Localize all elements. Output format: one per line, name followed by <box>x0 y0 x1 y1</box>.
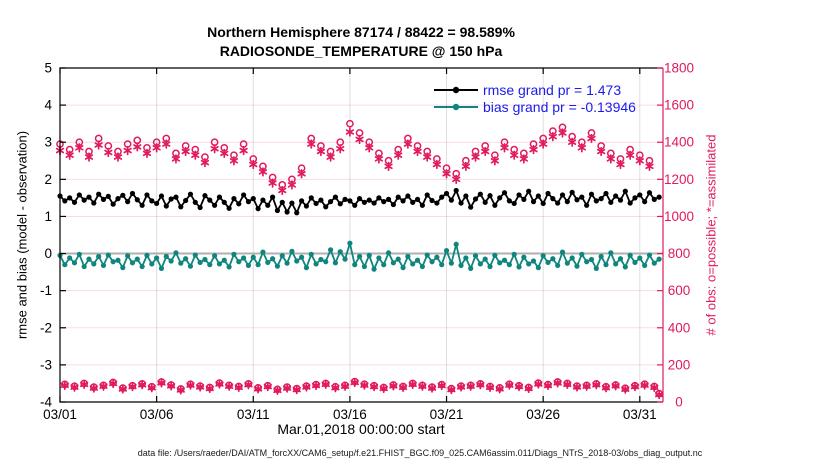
left-tick-label: -4 <box>40 395 52 410</box>
left-y-axis-label: rmse and bias (model - observation) <box>14 130 30 340</box>
left-tick-label: 2 <box>44 172 52 187</box>
left-tick-label: 1 <box>44 209 52 224</box>
x-tick-labels: 03/01 03/06 03/11 03/16 03/21 03/26 03/31 <box>43 407 657 422</box>
legend-row-rmse: rmse grand pr = 1.473 <box>433 82 636 98</box>
left-tick-label: 3 <box>44 135 52 150</box>
left-tick-label: 4 <box>44 98 52 113</box>
left-tick-labels: -4 -3 -2 -1 0 1 2 3 4 5 <box>40 61 53 410</box>
right-y-axis-label: # of obs: o=possible; *=assimilated <box>703 134 719 336</box>
x-tick-label: 03/11 <box>237 407 270 422</box>
axes-frame <box>59 67 664 403</box>
rmse-line-sample-icon <box>434 86 478 94</box>
legend: rmse grand pr = 1.473 bias grand pr = -0… <box>433 82 636 115</box>
left-tick-label: 5 <box>44 61 52 76</box>
axis-ticks <box>59 67 663 403</box>
data-file-path: data file: /Users/raeder/DAI/ATM_forcXX/… <box>137 448 703 458</box>
right-tick-label: 200 <box>668 357 691 372</box>
x-axis-label: Mar.01,2018 00:00:00 start <box>277 421 445 437</box>
right-tick-label: 600 <box>668 283 691 298</box>
legend-label-bias: bias grand pr = -0.13946 <box>483 99 636 115</box>
right-tick-label: 1600 <box>664 98 694 113</box>
right-tick-label: 1000 <box>664 209 694 224</box>
bias-line-sample-icon <box>434 103 478 111</box>
right-tick-label: 1200 <box>664 172 694 187</box>
series-rmse <box>57 187 662 216</box>
left-tick-label: -3 <box>40 357 52 372</box>
right-tick-label: 0 <box>675 395 683 410</box>
x-tick-label: 03/21 <box>430 407 464 422</box>
right-tick-labels: 0 200 400 600 800 1000 1200 1400 1600 1800 <box>664 61 694 410</box>
left-tick-label: 0 <box>44 246 52 261</box>
series-bias <box>57 240 662 272</box>
left-tick-label: -1 <box>40 283 52 298</box>
right-tick-label: 1400 <box>664 135 694 150</box>
x-tick-label: 03/16 <box>333 407 367 422</box>
grid-lines <box>60 68 663 402</box>
x-tick-label: 03/31 <box>623 407 657 422</box>
right-tick-label: 800 <box>668 246 691 261</box>
right-tick-label: 400 <box>668 320 691 335</box>
right-tick-label: 1800 <box>664 61 694 76</box>
x-tick-label: 03/26 <box>526 407 560 422</box>
series-n-assimilated <box>55 127 664 400</box>
x-tick-label: 03/06 <box>140 407 174 422</box>
left-tick-label: -2 <box>40 320 52 335</box>
legend-label-rmse: rmse grand pr = 1.473 <box>483 82 622 98</box>
figure-window: Northern Hemisphere 87174 / 88422 = 98.5… <box>0 0 830 470</box>
legend-row-bias: bias grand pr = -0.13946 <box>433 99 636 115</box>
